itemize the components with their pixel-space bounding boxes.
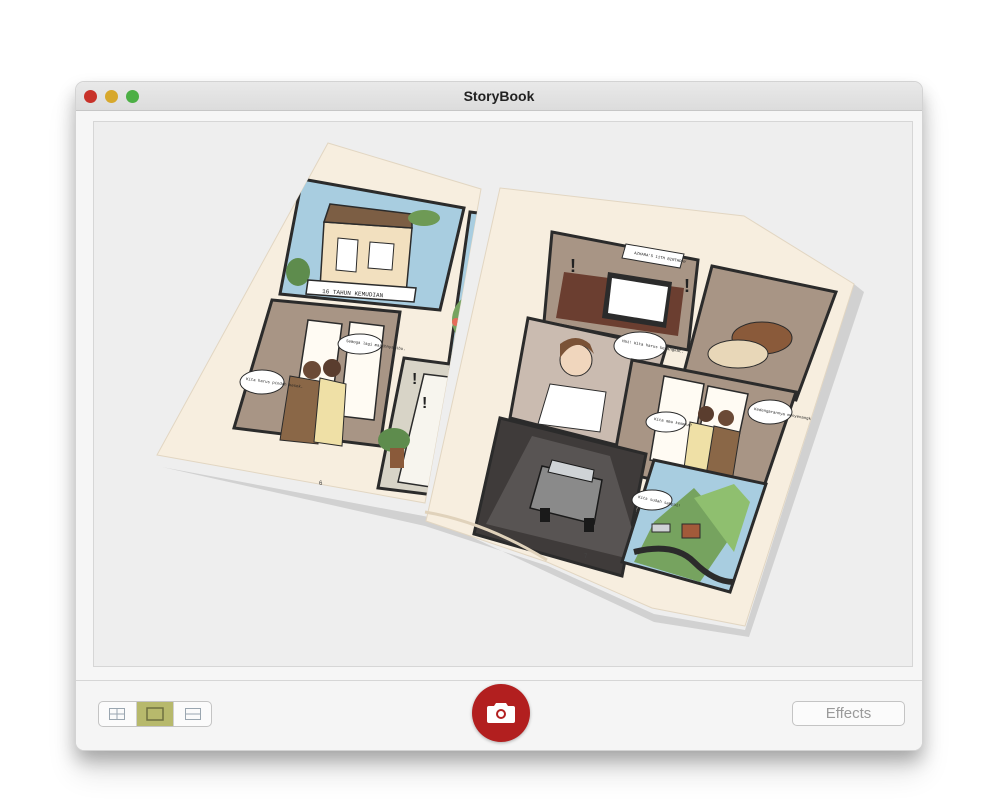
svg-text:!: ! bbox=[412, 371, 417, 388]
effects-button[interactable]: Effects bbox=[792, 701, 905, 726]
window-title: StoryBook bbox=[463, 88, 535, 104]
camera-icon bbox=[487, 703, 515, 723]
view-mode-grid[interactable] bbox=[99, 702, 137, 726]
title-bar[interactable]: StoryBook bbox=[76, 82, 922, 111]
comic-book-preview: 16 TAHUN KEMUDIAN Semoga lagi masihnya i… bbox=[156, 142, 864, 637]
capture-button[interactable] bbox=[472, 684, 530, 742]
right-page: AZHARA'S 11TH BIRTHDAY ! ! Hai! Kita har… bbox=[425, 187, 855, 627]
svg-text:!: ! bbox=[684, 276, 690, 296]
bottom-toolbar: Effects bbox=[76, 681, 922, 750]
storybook-window: StoryBook 16 TAHUN KEMUDIAN Semoga lagi … bbox=[76, 82, 922, 750]
svg-text:!: ! bbox=[570, 256, 576, 276]
view-mode-single[interactable] bbox=[136, 702, 175, 726]
single-view-icon bbox=[146, 707, 164, 721]
preview-viewport[interactable]: 16 TAHUN KEMUDIAN Semoga lagi masihnya i… bbox=[93, 121, 913, 667]
split-view-icon bbox=[184, 708, 201, 720]
grid-view-icon bbox=[109, 708, 126, 720]
svg-text:!: ! bbox=[422, 395, 427, 412]
view-mode-control bbox=[98, 701, 212, 727]
view-mode-split[interactable] bbox=[174, 702, 211, 726]
